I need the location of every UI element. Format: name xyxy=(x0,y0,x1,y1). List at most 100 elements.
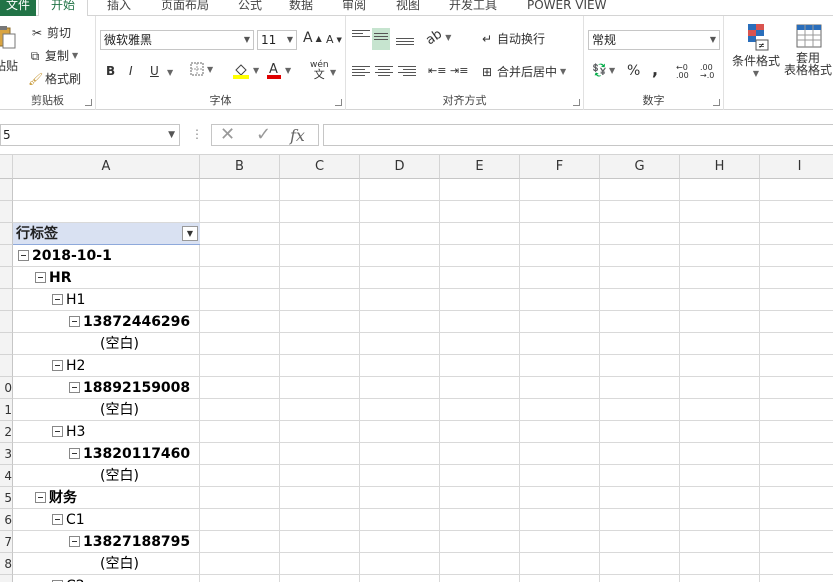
align-left-icon[interactable] xyxy=(352,64,370,78)
pivot-row-item[interactable]: 13820117460 xyxy=(69,443,190,465)
chevron-down-icon[interactable]: ▼ xyxy=(167,68,173,77)
cancel-icon[interactable]: ✕ xyxy=(220,124,235,145)
row-header[interactable]: 0 xyxy=(0,377,13,399)
fill-color-button[interactable]: ▼ xyxy=(232,61,259,79)
column-header-c[interactable]: C xyxy=(280,155,360,179)
collapse-toggle-icon[interactable] xyxy=(52,425,63,437)
conditional-formatting-button[interactable]: ≠ 条件格式 ▼ xyxy=(732,22,780,78)
collapse-toggle-icon[interactable] xyxy=(52,513,63,525)
number-launcher-icon[interactable] xyxy=(713,99,720,106)
pivot-row-item[interactable]: 18892159008 xyxy=(69,377,190,399)
pivot-row-item[interactable]: 13827188795 xyxy=(69,531,190,553)
pivot-row-item[interactable]: C1 xyxy=(52,509,85,531)
tab-developer[interactable]: 开发工具 xyxy=(449,0,497,16)
row-header[interactable]: 2 xyxy=(0,421,13,443)
collapse-toggle-icon[interactable] xyxy=(18,249,29,261)
chevron-down-icon[interactable]: ▼ xyxy=(330,68,336,77)
row-header[interactable]: 6 xyxy=(0,509,13,531)
collapse-toggle-icon[interactable] xyxy=(69,447,80,459)
tab-formulas[interactable]: 公式 xyxy=(238,0,262,16)
accounting-format-button[interactable]: 💱 ▼ xyxy=(592,63,615,77)
enter-icon[interactable]: ✓ xyxy=(256,124,271,145)
pivot-row-item[interactable]: H2 xyxy=(52,355,85,377)
row-header[interactable]: 4 xyxy=(0,465,13,487)
pivot-row-item[interactable]: (空白) xyxy=(100,333,139,355)
column-header-i[interactable]: I xyxy=(760,155,833,179)
merge-center-button[interactable]: ⊞ 合并后居中 ▼ xyxy=(480,63,566,80)
underline-button[interactable]: U xyxy=(150,64,159,78)
pivot-row-item[interactable]: (空白) xyxy=(100,553,139,575)
font-name-select[interactable]: 微软雅黑 ▼ xyxy=(100,30,254,50)
align-center-icon[interactable] xyxy=(375,64,393,78)
decrease-decimal-button[interactable]: .00 →.0 xyxy=(700,64,714,80)
tab-power-view[interactable]: POWER VIEW xyxy=(527,0,606,16)
pivot-row-item[interactable]: C2 xyxy=(52,575,85,582)
row-header[interactable]: 3 xyxy=(0,443,13,465)
decrease-indent-button[interactable]: ⇤≡ xyxy=(428,64,446,77)
percent-button[interactable]: % xyxy=(627,63,640,79)
increase-indent-button[interactable]: ⇥≡ xyxy=(450,64,468,77)
copy-button[interactable]: ⧉ 复制 ▼ xyxy=(28,47,78,64)
column-header-e[interactable]: E xyxy=(440,155,520,179)
align-middle-icon[interactable] xyxy=(372,28,390,50)
collapse-toggle-icon[interactable] xyxy=(69,535,80,547)
tab-review[interactable]: 审阅 xyxy=(342,0,366,16)
name-box[interactable]: 5 ▼ xyxy=(0,124,180,146)
italic-button[interactable]: I xyxy=(129,64,133,78)
font-size-select[interactable]: 11 ▼ xyxy=(257,30,297,50)
row-header[interactable]: 7 xyxy=(0,531,13,553)
pivot-row-item[interactable]: (空白) xyxy=(100,465,139,487)
grow-font-button[interactable]: A ▲ xyxy=(303,30,322,46)
pivot-row-item[interactable]: 财务 xyxy=(35,487,77,509)
font-color-button[interactable]: A ▼ xyxy=(266,61,291,79)
align-right-icon[interactable] xyxy=(398,64,416,78)
row-header[interactable] xyxy=(0,245,13,267)
pivot-row-item[interactable]: 13872446296 xyxy=(69,311,190,333)
paste-button[interactable]: 粘贴 xyxy=(0,24,18,74)
increase-decimal-button[interactable]: ←0.00 xyxy=(676,64,689,80)
cut-button[interactable]: ✂ 剪切 xyxy=(30,24,71,41)
pivot-row-item[interactable]: H3 xyxy=(52,421,85,443)
column-header-b[interactable]: B xyxy=(200,155,280,179)
tab-file[interactable]: 文件 xyxy=(0,0,37,16)
pivot-row-item[interactable]: HR xyxy=(35,267,72,289)
row-header[interactable]: 8 xyxy=(0,553,13,575)
comma-button[interactable]: , xyxy=(652,60,658,79)
align-bottom-icon[interactable] xyxy=(396,36,414,50)
clipboard-launcher-icon[interactable] xyxy=(85,99,92,106)
row-header[interactable] xyxy=(0,575,13,582)
format-painter-button[interactable]: 🖌 格式刷 xyxy=(28,70,81,87)
format-as-table-button[interactable]: 套用 表格格式 xyxy=(784,22,832,76)
column-header-g[interactable]: G xyxy=(600,155,680,179)
collapse-toggle-icon[interactable] xyxy=(69,315,80,327)
phonetic-button[interactable]: wén 文 xyxy=(310,60,329,80)
row-header[interactable] xyxy=(0,333,13,355)
vertical-ellipsis-icon[interactable]: ⋮ xyxy=(191,127,203,141)
row-header[interactable] xyxy=(0,289,13,311)
alignment-launcher-icon[interactable] xyxy=(573,99,580,106)
column-header-h[interactable]: H xyxy=(680,155,760,179)
filter-dropdown-button[interactable]: ▼ xyxy=(182,226,198,241)
row-header[interactable] xyxy=(0,355,13,377)
font-launcher-icon[interactable] xyxy=(335,99,342,106)
shrink-font-button[interactable]: A ▼ xyxy=(326,33,342,46)
tab-home[interactable]: 开始 xyxy=(38,0,89,17)
bold-button[interactable]: B xyxy=(106,64,115,78)
row-header[interactable] xyxy=(0,267,13,289)
select-all-corner[interactable] xyxy=(0,155,13,179)
pivot-row-item[interactable]: 2018-10-1 xyxy=(18,245,112,267)
column-header-f[interactable]: F xyxy=(520,155,600,179)
column-header-a[interactable]: A xyxy=(13,155,200,179)
row-header[interactable]: 1 xyxy=(0,399,13,421)
align-top-icon[interactable] xyxy=(352,28,370,42)
pivot-row-item[interactable]: (空白) xyxy=(100,399,139,421)
tab-insert[interactable]: 插入 xyxy=(107,0,131,16)
collapse-toggle-icon[interactable] xyxy=(69,381,80,393)
tab-view[interactable]: 视图 xyxy=(396,0,420,16)
collapse-toggle-icon[interactable] xyxy=(35,271,46,283)
insert-function-icon[interactable]: fx xyxy=(290,126,305,145)
formula-input[interactable] xyxy=(323,124,833,146)
wrap-text-button[interactable]: ↵ 自动换行 xyxy=(480,30,545,47)
row-header[interactable] xyxy=(0,179,13,201)
collapse-toggle-icon[interactable] xyxy=(35,491,46,503)
